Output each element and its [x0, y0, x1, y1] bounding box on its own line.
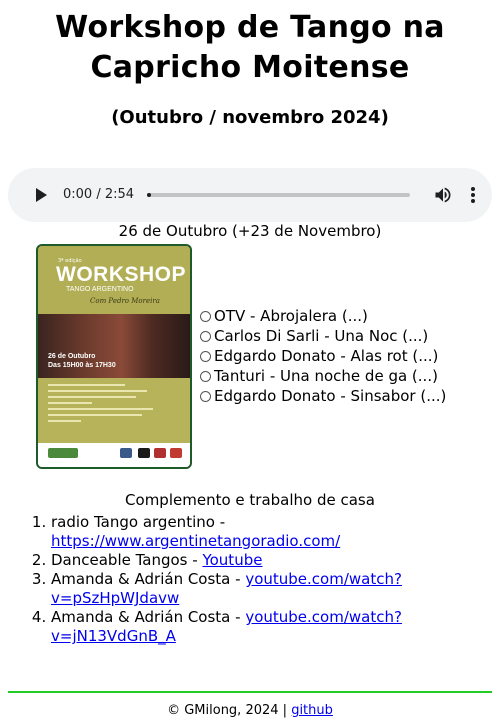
complement-heading: Complemento e trabalho de casa [125, 491, 375, 509]
poster-dates: 26 de Outubro Das 15H00 às 17H30 [48, 352, 116, 370]
radio-button[interactable] [200, 371, 211, 382]
track-option[interactable]: Edgardo Donato - Sinsabor (...) [200, 386, 446, 406]
list-item: Danceable Tangos - Youtube [51, 551, 500, 570]
track-label: Tanturi - Una noche de ga (...) [214, 367, 438, 385]
sponsor-logo [170, 448, 182, 458]
resource-link[interactable]: https://www.argentinetangoradio.com/ [51, 532, 340, 550]
sponsor-logo [138, 448, 150, 458]
list-item: radio Tango argentino - https://www.arge… [51, 513, 500, 551]
radio-button[interactable] [200, 391, 211, 402]
resource-link[interactable]: Youtube [202, 551, 262, 569]
sponsor-logo [48, 448, 78, 458]
poster-date: 26 de Outubro [48, 353, 96, 360]
poster-details [48, 384, 158, 426]
time-display: 0:00 / 2:54 [63, 187, 135, 202]
track-option[interactable]: Carlos Di Sarli - Una Noc (...) [200, 326, 446, 346]
track-option[interactable]: Edgardo Donato - Alas rot (...) [200, 346, 446, 366]
sponsor-logo [120, 448, 132, 458]
list-item: Amanda & Adrián Costa - youtube.com/watc… [51, 608, 500, 646]
progress-fill [147, 193, 151, 197]
resource-list: radio Tango argentino - https://www.arge… [0, 513, 500, 646]
play-icon[interactable] [36, 188, 47, 202]
track-label: OTV - Abrojalera (...) [214, 307, 368, 325]
resource-text: Amanda & Adrián Costa - [51, 608, 246, 626]
poster-subheading: TANGO ARGENTINO [66, 286, 134, 293]
poster-headline: WORKSHOP [56, 263, 186, 286]
track-list: OTV - Abrojalera (...) Carlos Di Sarli -… [200, 306, 446, 406]
footer-divider [8, 691, 492, 693]
resource-text: Amanda & Adrián Costa - [51, 570, 246, 588]
track-label: Carlos Di Sarli - Una Noc (...) [214, 327, 429, 345]
footer: © GMilong, 2024 | github [0, 702, 500, 720]
track-label: Edgardo Donato - Sinsabor (...) [214, 387, 447, 405]
progress-bar[interactable] [147, 193, 410, 197]
session-heading: 26 de Outubro (+23 de Novembro) [118, 222, 382, 240]
radio-button[interactable] [200, 311, 211, 322]
copyright-text: © GMilong, 2024 | [167, 703, 292, 718]
page-subtitle: (Outubro / novembro 2024) [111, 107, 389, 128]
more-options-icon[interactable] [466, 185, 480, 205]
radio-button[interactable] [200, 351, 211, 362]
github-link[interactable]: github [291, 703, 333, 718]
resource-text: Danceable Tangos - [51, 551, 203, 569]
sponsor-logo [154, 448, 166, 458]
volume-icon[interactable] [433, 185, 453, 205]
poster-time: Das 15H00 às 17H30 [48, 362, 116, 369]
poster-instructor: Com Pedro Moreira [90, 297, 160, 305]
track-option[interactable]: OTV - Abrojalera (...) [200, 306, 446, 326]
track-label: Edgardo Donato - Alas rot (...) [214, 347, 439, 365]
track-option[interactable]: Tanturi - Una noche de ga (...) [200, 366, 446, 386]
list-item: Amanda & Adrián Costa - youtube.com/watc… [51, 570, 500, 608]
audio-player[interactable]: 0:00 / 2:54 [8, 168, 492, 222]
poster-footer [38, 443, 190, 467]
radio-button[interactable] [200, 331, 211, 342]
resource-text: radio Tango argentino - [51, 513, 226, 531]
page-title: Workshop de Tango na Capricho Moitense [55, 10, 445, 85]
workshop-poster: 3ª edição WORKSHOP TANGO ARGENTINO Com P… [36, 244, 192, 469]
